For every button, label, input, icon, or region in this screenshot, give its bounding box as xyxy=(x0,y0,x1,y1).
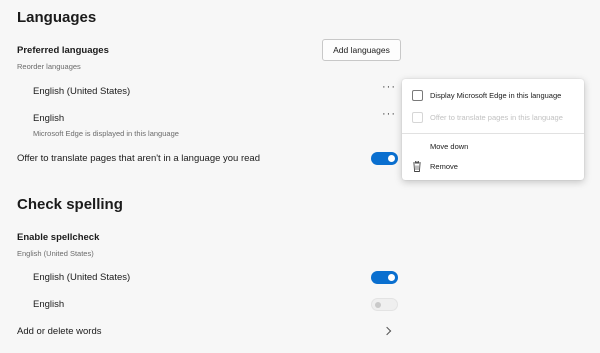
languages-heading: Languages xyxy=(17,9,97,26)
toggle-knob xyxy=(388,274,395,281)
toggle-knob xyxy=(388,155,395,162)
menu-item-move-down[interactable]: Move down xyxy=(402,137,584,157)
checkbox-icon[interactable] xyxy=(412,90,423,101)
menu-item-label: Move down xyxy=(430,142,469,151)
preferred-languages-subtitle: Reorder languages xyxy=(17,62,81,71)
add-delete-words-link[interactable]: Add or delete words xyxy=(17,326,102,337)
chevron-right-icon[interactable] xyxy=(382,326,392,336)
checkbox-icon xyxy=(412,112,423,123)
menu-item-offer-translate: Offer to translate pages in this languag… xyxy=(402,108,584,128)
spell-en-toggle[interactable] xyxy=(371,298,398,311)
offer-translate-label: Offer to translate pages that aren't in … xyxy=(17,153,260,164)
enable-spellcheck-title: Enable spellcheck xyxy=(17,232,100,243)
menu-item-label: Remove xyxy=(430,162,458,171)
language-item-en: English xyxy=(33,113,65,124)
menu-item-remove[interactable]: Remove xyxy=(402,157,584,177)
enable-spellcheck-subtitle: English (United States) xyxy=(17,249,94,258)
language-en-us-more-button[interactable]: ··· xyxy=(382,81,396,93)
trash-icon xyxy=(412,160,422,174)
language-en-more-button[interactable]: ··· xyxy=(382,108,396,120)
offer-translate-toggle[interactable] xyxy=(371,152,398,165)
preferred-languages-title: Preferred languages xyxy=(17,45,109,56)
spell-en-us-toggle[interactable] xyxy=(371,271,398,284)
language-item-en-us: English (United States) xyxy=(33,86,131,97)
menu-item-label: Offer to translate pages in this languag… xyxy=(430,113,563,122)
add-languages-button[interactable]: Add languages xyxy=(322,39,401,61)
language-context-menu: Display Microsoft Edge in this language … xyxy=(402,79,584,180)
menu-item-display-edge[interactable]: Display Microsoft Edge in this language xyxy=(402,86,584,106)
spell-language-en-us: English (United States) xyxy=(33,272,131,283)
menu-item-label: Display Microsoft Edge in this language xyxy=(430,91,562,100)
check-spelling-heading: Check spelling xyxy=(17,196,123,213)
spell-language-en: English xyxy=(33,299,65,310)
menu-divider xyxy=(402,133,584,134)
language-en-note: Microsoft Edge is displayed in this lang… xyxy=(33,129,179,138)
toggle-knob xyxy=(375,301,381,308)
